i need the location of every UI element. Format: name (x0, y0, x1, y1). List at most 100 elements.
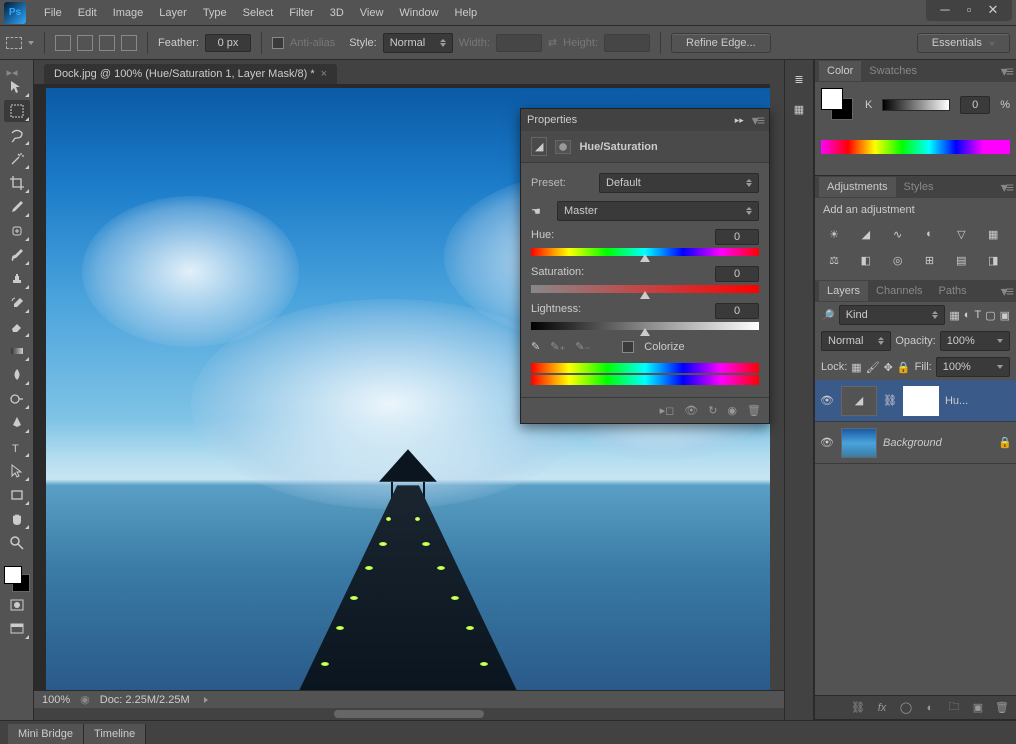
channel-mixer-adj-icon[interactable]: ⊞ (919, 250, 941, 270)
layer-filter-dropdown[interactable]: Kind (839, 305, 946, 325)
fx-icon[interactable]: fx (874, 701, 890, 715)
tab-timeline[interactable]: Timeline (84, 724, 146, 744)
lock-all-icon[interactable]: 🔒 (897, 361, 911, 374)
menu-type[interactable]: Type (195, 3, 235, 23)
menu-window[interactable]: Window (391, 3, 446, 23)
eyedropper-add-icon[interactable]: ✎₊ (550, 340, 565, 353)
filter-adj-icon[interactable]: ◐ (964, 309, 971, 321)
eyedropper-tool[interactable] (4, 196, 30, 218)
saturation-value-input[interactable] (715, 266, 759, 282)
levels-adj-icon[interactable]: ◢ (855, 224, 877, 244)
eyedropper-sub-icon[interactable]: ✎₋ (575, 340, 590, 353)
close-icon[interactable]: ✕ (984, 3, 1002, 17)
zoom-tool[interactable] (4, 532, 30, 554)
color-ramp[interactable] (821, 140, 1010, 154)
type-tool[interactable]: T (4, 436, 30, 458)
doc-info[interactable]: Doc: 2.25M/2.25M (100, 694, 190, 706)
minimize-icon[interactable]: ─ (936, 3, 954, 17)
panel-menu-icon[interactable]: ▾≡ (1001, 63, 1012, 80)
layer-thumb[interactable] (841, 428, 877, 458)
intersect-selection-icon[interactable] (121, 35, 137, 51)
doc-size-icon[interactable]: ◉ (80, 693, 90, 706)
zoom-level[interactable]: 100% (42, 694, 70, 706)
lock-trans-icon[interactable]: ▦ (851, 361, 861, 374)
lasso-tool[interactable] (4, 124, 30, 146)
clip-to-layer-icon[interactable]: ▸◻ (660, 404, 675, 417)
layer-name[interactable]: Background (883, 437, 942, 449)
panel-menu-icon[interactable]: ▾≡ (1001, 179, 1012, 196)
saturation-slider[interactable] (531, 285, 759, 293)
menu-layer[interactable]: Layer (151, 3, 195, 23)
menu-edit[interactable]: Edit (70, 3, 105, 23)
horizontal-scrollbar[interactable] (34, 708, 784, 720)
fill-input[interactable]: 100% (936, 357, 1010, 377)
filter-pixel-icon[interactable]: ▦ (949, 309, 959, 322)
lock-paint-icon[interactable]: 🖌 (866, 361, 880, 374)
tab-swatches[interactable]: Swatches (861, 61, 925, 81)
tab-channels[interactable]: Channels (868, 281, 930, 301)
color-balance-adj-icon[interactable]: ⚖ (823, 250, 845, 270)
new-group-icon[interactable]: 🗀 (946, 701, 962, 715)
eraser-tool[interactable] (4, 316, 30, 338)
path-selection-tool[interactable] (4, 460, 30, 482)
delete-layer-icon[interactable]: 🗑 (994, 701, 1010, 715)
quick-mask-tool[interactable] (4, 594, 30, 616)
shape-tool[interactable] (4, 484, 30, 506)
colorize-checkbox[interactable] (622, 341, 634, 353)
tab-paths[interactable]: Paths (931, 281, 975, 301)
document-tab[interactable]: Dock.jpg @ 100% (Hue/Saturation 1, Layer… (44, 64, 337, 84)
menu-3d[interactable]: 3D (322, 3, 352, 23)
mask-icon[interactable]: ◯ (898, 701, 914, 715)
menu-view[interactable]: View (352, 3, 392, 23)
collapse-icon[interactable]: ▸▸ (735, 115, 744, 126)
refine-edge-button[interactable]: Refine Edge... (671, 33, 771, 53)
hue-value-input[interactable] (715, 229, 759, 245)
color-lookup-adj-icon[interactable]: ▤ (950, 250, 972, 270)
tool-preset-icon[interactable] (6, 37, 22, 49)
photo-filter-adj-icon[interactable]: ◎ (887, 250, 909, 270)
toolbar-grip-icon[interactable]: ▸◂ (7, 66, 27, 74)
essentials-button[interactable]: Essentials (917, 33, 1010, 53)
menu-help[interactable]: Help (447, 3, 486, 23)
dodge-tool[interactable] (4, 388, 30, 410)
eyedropper-icon[interactable]: ✎ (531, 340, 540, 353)
history-brush-tool[interactable] (4, 292, 30, 314)
curves-adj-icon[interactable]: ∿ (887, 224, 909, 244)
adj-type-icon[interactable]: ◢ (531, 137, 547, 156)
healing-brush-tool[interactable] (4, 220, 30, 242)
toggle-visibility-icon[interactable]: ◉ (727, 404, 737, 417)
blend-mode-dropdown[interactable]: Normal (821, 331, 891, 351)
targeted-adj-icon[interactable]: ☚ (531, 205, 549, 218)
new-selection-icon[interactable] (55, 35, 71, 51)
panel-menu-icon[interactable]: ▾≡ (1001, 283, 1012, 300)
mask-thumb[interactable] (903, 386, 939, 416)
new-adj-icon[interactable]: ◐ (922, 701, 938, 715)
vertical-scrollbar[interactable] (770, 84, 784, 706)
clone-stamp-tool[interactable] (4, 268, 30, 290)
close-tab-icon[interactable]: × (321, 68, 327, 80)
hue-sat-adj-icon[interactable]: ▦ (982, 224, 1004, 244)
add-selection-icon[interactable] (77, 35, 93, 51)
menu-select[interactable]: Select (235, 3, 282, 23)
lightness-slider[interactable] (531, 322, 759, 330)
adj-layer-thumb[interactable]: ◢ (841, 386, 877, 416)
k-value-input[interactable] (960, 96, 990, 114)
gradient-tool[interactable] (4, 340, 30, 362)
mask-type-icon[interactable] (555, 140, 571, 154)
move-tool[interactable] (4, 76, 30, 98)
style-dropdown[interactable]: Normal (383, 33, 453, 53)
lightness-value-input[interactable] (715, 303, 759, 319)
subtract-selection-icon[interactable] (99, 35, 115, 51)
exposure-adj-icon[interactable]: ◐ (919, 224, 941, 244)
filter-type-icon[interactable]: T (974, 309, 981, 321)
tab-styles[interactable]: Styles (896, 177, 942, 197)
visibility-icon[interactable]: 👁 (819, 436, 835, 449)
menu-image[interactable]: Image (105, 3, 152, 23)
maximize-icon[interactable]: ▫ (960, 3, 978, 17)
link-layers-icon[interactable]: ⛓ (850, 701, 866, 715)
tab-adjustments[interactable]: Adjustments (819, 177, 896, 197)
tab-layers[interactable]: Layers (819, 281, 868, 301)
lock-move-icon[interactable]: ✥ (884, 361, 893, 374)
feather-input[interactable] (205, 34, 251, 52)
opacity-input[interactable]: 100% (940, 331, 1010, 351)
